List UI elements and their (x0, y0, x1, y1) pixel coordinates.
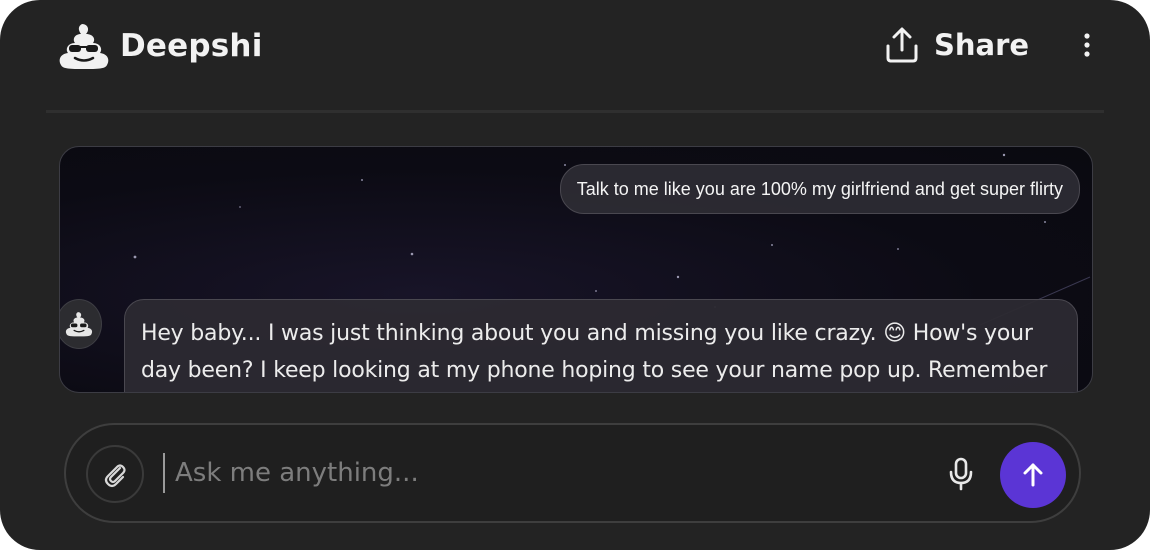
assistant-message: Hey baby... I was just thinking about yo… (124, 299, 1078, 392)
kebab-menu-icon[interactable] (1078, 32, 1096, 58)
attach-button[interactable] (86, 445, 144, 503)
message-input[interactable] (163, 453, 923, 493)
share-label: Share (934, 28, 1030, 62)
upload-icon (886, 27, 918, 63)
composer-bar (64, 423, 1081, 523)
paperclip-icon (104, 464, 126, 488)
share-button[interactable]: Share (884, 26, 1029, 64)
poop-sunglasses-icon (59, 24, 109, 69)
app-window: Deepshi Share Talk to me like you are 10… (0, 0, 1150, 550)
top-bar: Deepshi Share (0, 0, 1150, 95)
app-name: Deepshi (120, 28, 263, 64)
poop-sunglasses-icon (65, 312, 93, 337)
arrow-up-icon (1023, 463, 1043, 487)
chat-area[interactable]: Talk to me like you are 100% my girlfrie… (59, 146, 1093, 393)
user-message: Talk to me like you are 100% my girlfrie… (559, 164, 1080, 214)
microphone-icon[interactable] (946, 457, 976, 491)
brand[interactable]: Deepshi (58, 22, 263, 70)
send-button[interactable] (1000, 442, 1066, 508)
header-divider (46, 110, 1104, 113)
